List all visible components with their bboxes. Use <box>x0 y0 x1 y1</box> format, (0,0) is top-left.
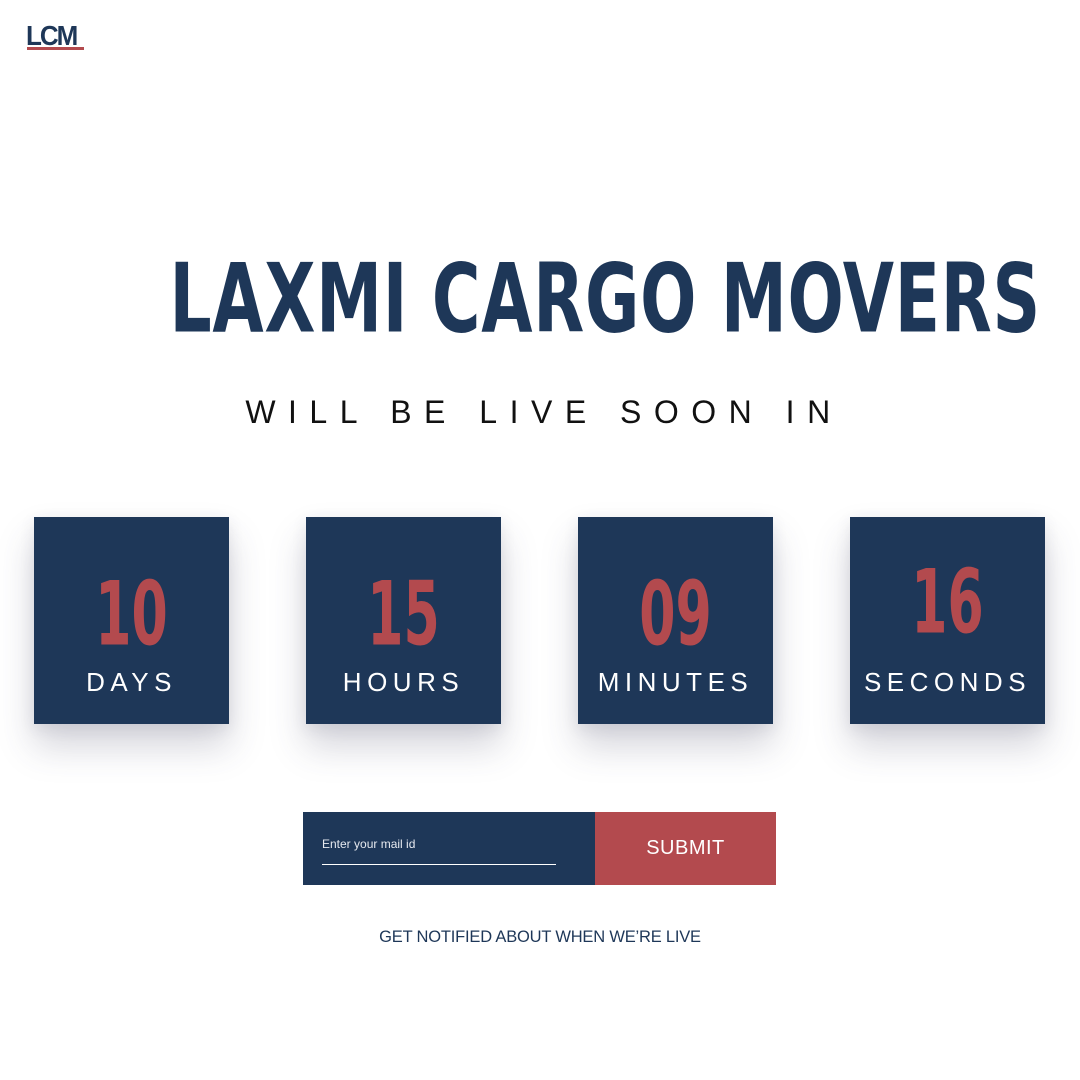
minutes-value: 09 <box>639 562 712 666</box>
page-title-text: LAXMI CARGO MOVERS <box>169 242 1041 355</box>
email-input[interactable] <box>322 824 556 865</box>
countdown-days: 10 DAYS <box>34 517 229 724</box>
submit-button[interactable]: SUBMIT <box>595 812 776 885</box>
days-value: 10 <box>95 562 168 666</box>
hours-label: HOURS <box>342 667 465 697</box>
days-label: DAYS <box>86 667 177 697</box>
seconds-label: SECONDS <box>863 667 1032 697</box>
countdown-seconds: 16 SECONDS <box>850 517 1045 724</box>
page-subtitle: WILL BE LIVE SOON IN <box>245 394 843 430</box>
logo[interactable]: LCM <box>26 20 86 54</box>
page-title: LAXMI CARGO MOVERS <box>0 236 1080 361</box>
notify-note: GET NOTIFIED ABOUT WHEN WE’RE LIVE <box>379 928 701 946</box>
notify-form: SUBMIT <box>303 812 776 885</box>
minutes-label: MINUTES <box>597 667 754 697</box>
countdown-minutes: 09 MINUTES <box>578 517 773 724</box>
countdown-hours: 15 HOURS <box>306 517 501 724</box>
seconds-value: 16 <box>911 550 984 654</box>
email-field-container <box>303 812 595 885</box>
hours-value: 15 <box>367 562 440 666</box>
logo-underline <box>27 47 84 50</box>
